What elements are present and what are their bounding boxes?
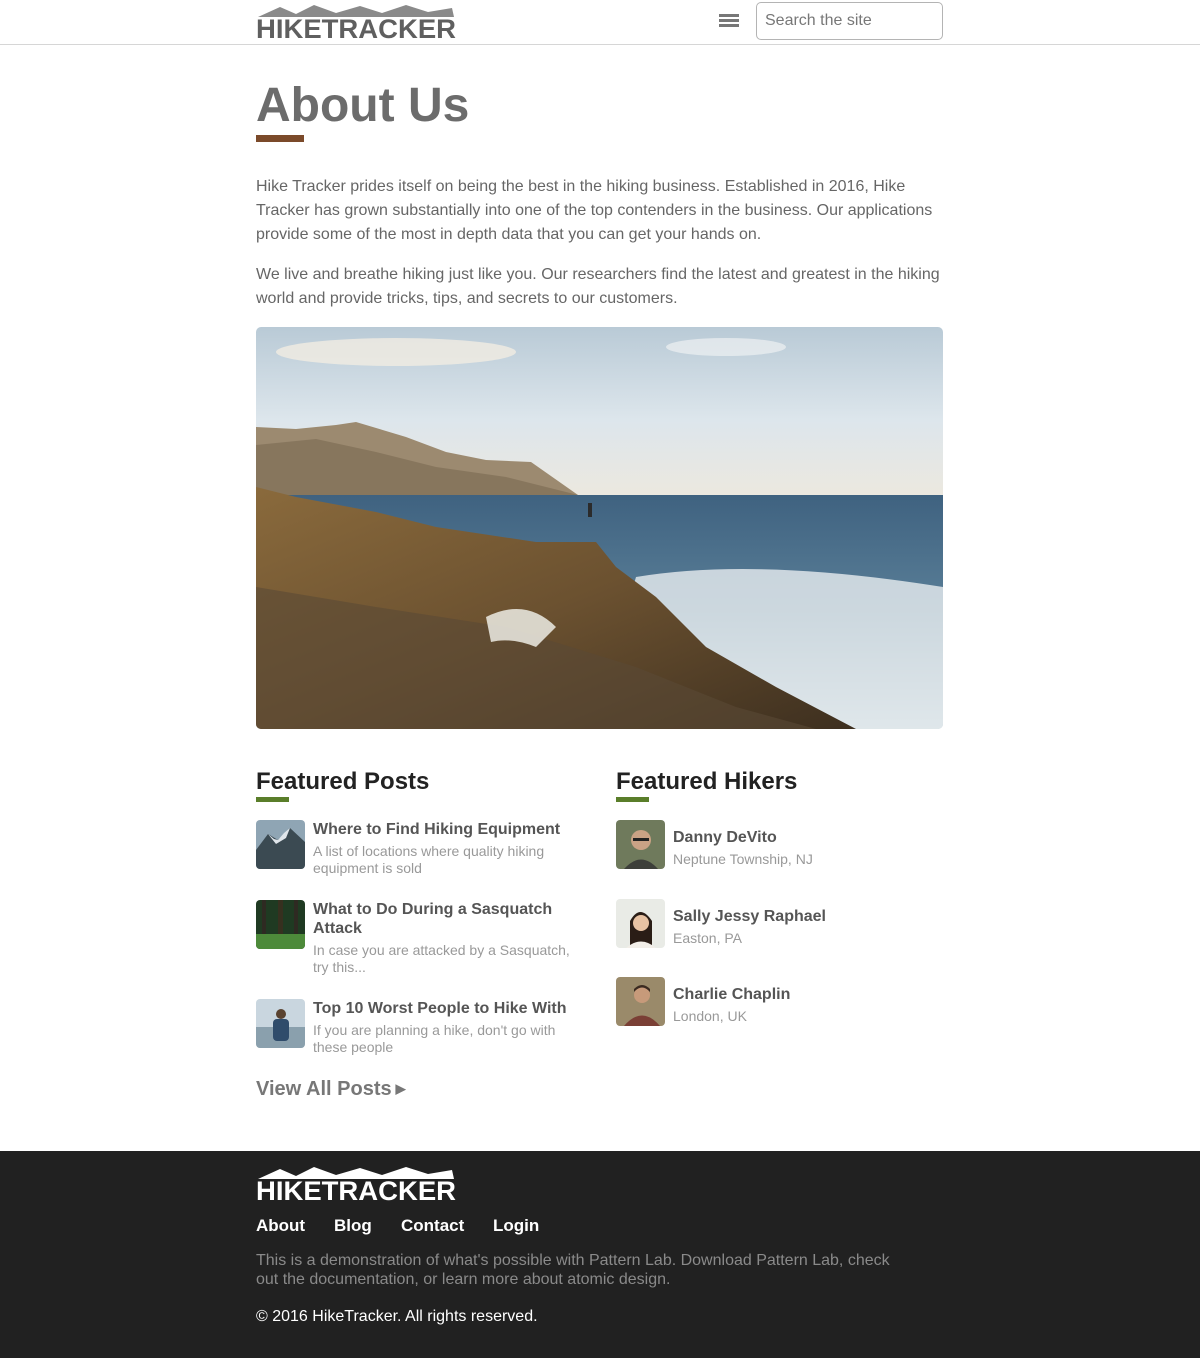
intro-paragraph-1: Hike Tracker prides itself on being the … bbox=[256, 178, 933, 243]
footer-description: This is a demonstration of what's possib… bbox=[256, 1252, 890, 1288]
view-all-posts-link[interactable]: View All Posts ▶ bbox=[256, 1077, 406, 1101]
intro-paragraph-2: We live and breathe hiking just like you… bbox=[256, 266, 940, 307]
post-thumbnail-hiker bbox=[256, 999, 305, 1048]
hiker-location: Neptune Township, NJ bbox=[673, 851, 813, 867]
search-input[interactable] bbox=[756, 2, 943, 40]
site-logo[interactable]: HIKETRACKER bbox=[256, 4, 456, 40]
featured-hikers-underline bbox=[616, 797, 649, 802]
featured-post-item[interactable]: What to Do During a Sasquatch Attack In … bbox=[256, 900, 586, 980]
featured-posts-underline bbox=[256, 797, 289, 802]
featured-post-item[interactable]: Where to Find Hiking Equipment A list of… bbox=[256, 820, 586, 880]
post-thumbnail-forest bbox=[256, 900, 305, 949]
footer-link-blog[interactable]: Blog bbox=[334, 1216, 372, 1236]
page-title: About Us bbox=[256, 79, 470, 132]
avatar bbox=[616, 977, 665, 1026]
avatar bbox=[616, 820, 665, 869]
view-all-posts-label: View All Posts bbox=[256, 1078, 392, 1100]
hiker-name-link[interactable]: Danny DeVito bbox=[673, 828, 777, 847]
post-description: In case you are attacked by a Sasquatch,… bbox=[313, 942, 570, 975]
hamburger-menu-icon[interactable] bbox=[719, 14, 739, 30]
post-thumbnail-mountain bbox=[256, 820, 305, 869]
hiker-name-link[interactable]: Sally Jessy Raphael bbox=[673, 907, 826, 926]
footer-link-about[interactable]: About bbox=[256, 1216, 305, 1236]
featured-post-item[interactable]: Top 10 Worst People to Hike With If you … bbox=[256, 999, 586, 1059]
post-description: If you are planning a hike, don't go wit… bbox=[313, 1022, 556, 1055]
hiker-location: Easton, PA bbox=[673, 930, 743, 946]
featured-hiker-item[interactable]: Charlie Chaplin London, UK bbox=[616, 977, 916, 1026]
title-underline bbox=[256, 135, 304, 142]
post-title-link[interactable]: What to Do During a Sasquatch Attack bbox=[313, 900, 583, 938]
hiker-location: London, UK bbox=[673, 1008, 747, 1024]
site-footer: HIKETRACKER About Blog Contact Login Thi… bbox=[0, 1151, 1200, 1358]
footer-logo[interactable]: HIKETRACKER bbox=[256, 1166, 456, 1206]
post-description: A list of locations where quality hiking… bbox=[313, 843, 545, 876]
featured-hikers-heading: Featured Hikers bbox=[616, 768, 798, 795]
footer-logo-text: HIKETRACKER bbox=[256, 1176, 456, 1202]
featured-hiker-item[interactable]: Sally Jessy Raphael Easton, PA bbox=[616, 899, 916, 948]
featured-hiker-item[interactable]: Danny DeVito Neptune Township, NJ bbox=[616, 820, 916, 869]
avatar bbox=[616, 899, 665, 948]
site-header: HIKETRACKER bbox=[0, 0, 1200, 45]
hiker-name-link[interactable]: Charlie Chaplin bbox=[673, 985, 790, 1004]
footer-link-login[interactable]: Login bbox=[493, 1216, 539, 1236]
logo-text: HIKETRACKER bbox=[256, 14, 456, 40]
post-title-link[interactable]: Top 10 Worst People to Hike With bbox=[313, 999, 583, 1018]
footer-logo-graphic: HIKETRACKER bbox=[256, 1167, 456, 1206]
featured-posts-heading: Featured Posts bbox=[256, 768, 430, 795]
hero-image-coastline bbox=[256, 327, 943, 729]
triangle-right-icon: ▶ bbox=[395, 1081, 406, 1096]
copyright-text: © 2016 HikeTracker. All rights reserved. bbox=[256, 1308, 538, 1325]
post-title-link[interactable]: Where to Find Hiking Equipment bbox=[313, 820, 583, 839]
logo-mountains-graphic: HIKETRACKER bbox=[256, 5, 456, 40]
footer-link-contact[interactable]: Contact bbox=[401, 1216, 464, 1236]
